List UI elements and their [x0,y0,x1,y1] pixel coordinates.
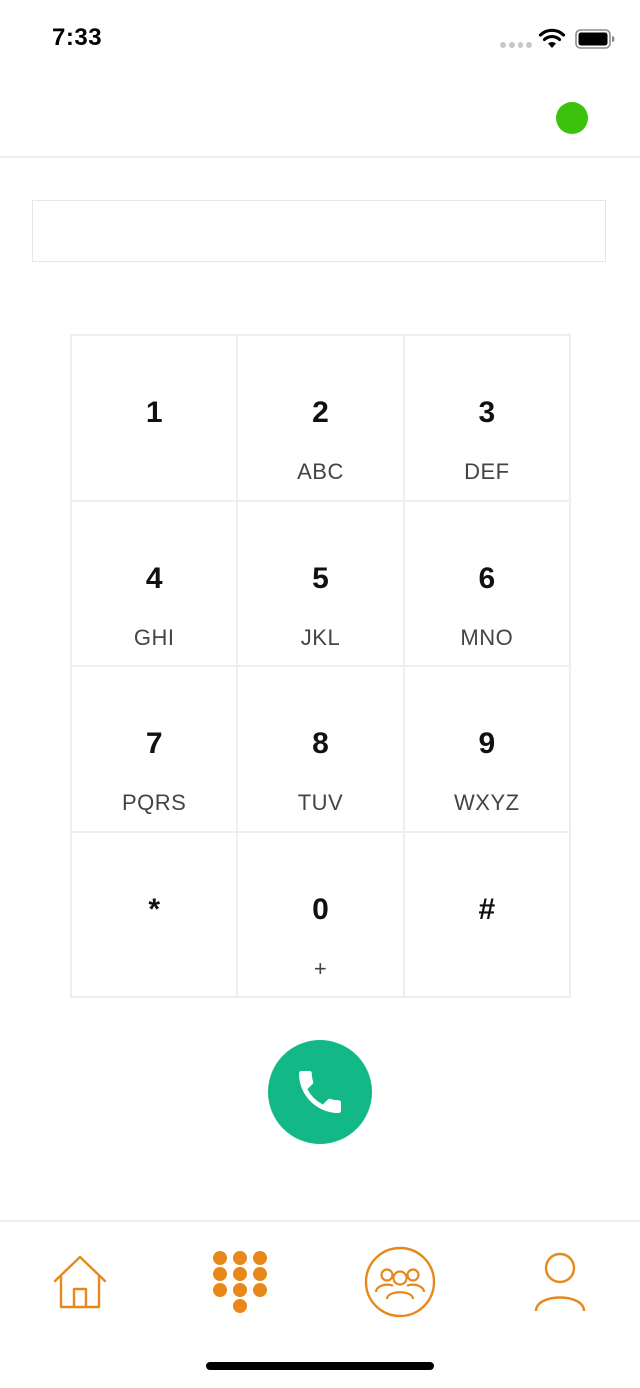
key-digit: 2 [312,396,329,429]
key-digit: 4 [145,561,163,595]
header [0,80,640,158]
key-digit: 8 [312,727,329,760]
key-4[interactable]: 4 GHI [72,501,237,665]
key-7[interactable]: 7 PQRS [72,667,237,831]
dial-keypad: 1 2 ABC 3 DEF 4 GHI 5 JKL 6 MNO 7 PQRS 8… [70,334,571,998]
key-6[interactable]: 6 MNO [404,501,569,665]
key-digit: * [148,892,160,926]
key-digit: 7 [145,727,163,760]
signal-dots-icon [500,42,532,48]
key-letters: JKL [300,624,341,650]
contacts-group-icon [364,1246,436,1318]
key-letters: MNO [460,624,514,650]
key-1[interactable]: 1 [72,336,237,500]
key-letters: DEF [464,459,510,484]
key-letters: GHI [133,624,175,650]
presence-status-indicator[interactable] [556,102,588,134]
key-digit: 5 [312,561,329,595]
nav-profile[interactable] [520,1242,600,1322]
key-hash[interactable]: # [404,832,569,996]
dial-number-input[interactable] [32,200,606,262]
keypad-icon [213,1251,267,1313]
key-digit: 9 [478,727,496,760]
status-time: 7:33 [52,24,103,51]
home-indicator [206,1362,434,1370]
key-8[interactable]: 8 TUV [238,667,403,831]
key-star[interactable]: * [72,832,237,996]
key-digit: 3 [478,396,496,429]
nav-home[interactable] [40,1242,120,1322]
key-letters: PQRS [121,790,187,815]
status-bar: 7:33 [0,0,640,80]
profile-icon [534,1252,586,1312]
key-letters: ABC [297,459,344,484]
key-letters: WXYZ [454,790,520,815]
key-9[interactable]: 9 WXYZ [404,667,569,831]
phone-icon [299,1071,341,1113]
wifi-icon [538,28,566,48]
nav-keypad[interactable] [200,1242,280,1322]
call-button[interactable] [268,1040,372,1144]
key-digit: 1 [145,396,163,429]
key-5[interactable]: 5 JKL [238,501,403,665]
home-icon [53,1255,107,1309]
battery-icon [575,29,615,49]
key-0[interactable]: 0 + [238,832,403,996]
nav-contacts[interactable] [360,1242,440,1322]
key-digit: 0 [312,892,329,926]
key-digit: 6 [478,561,496,595]
key-3[interactable]: 3 DEF [404,336,569,500]
key-2[interactable]: 2 ABC [238,336,403,500]
key-digit: # [478,892,496,926]
key-letters: + [313,955,328,981]
key-letters: TUV [297,790,344,815]
